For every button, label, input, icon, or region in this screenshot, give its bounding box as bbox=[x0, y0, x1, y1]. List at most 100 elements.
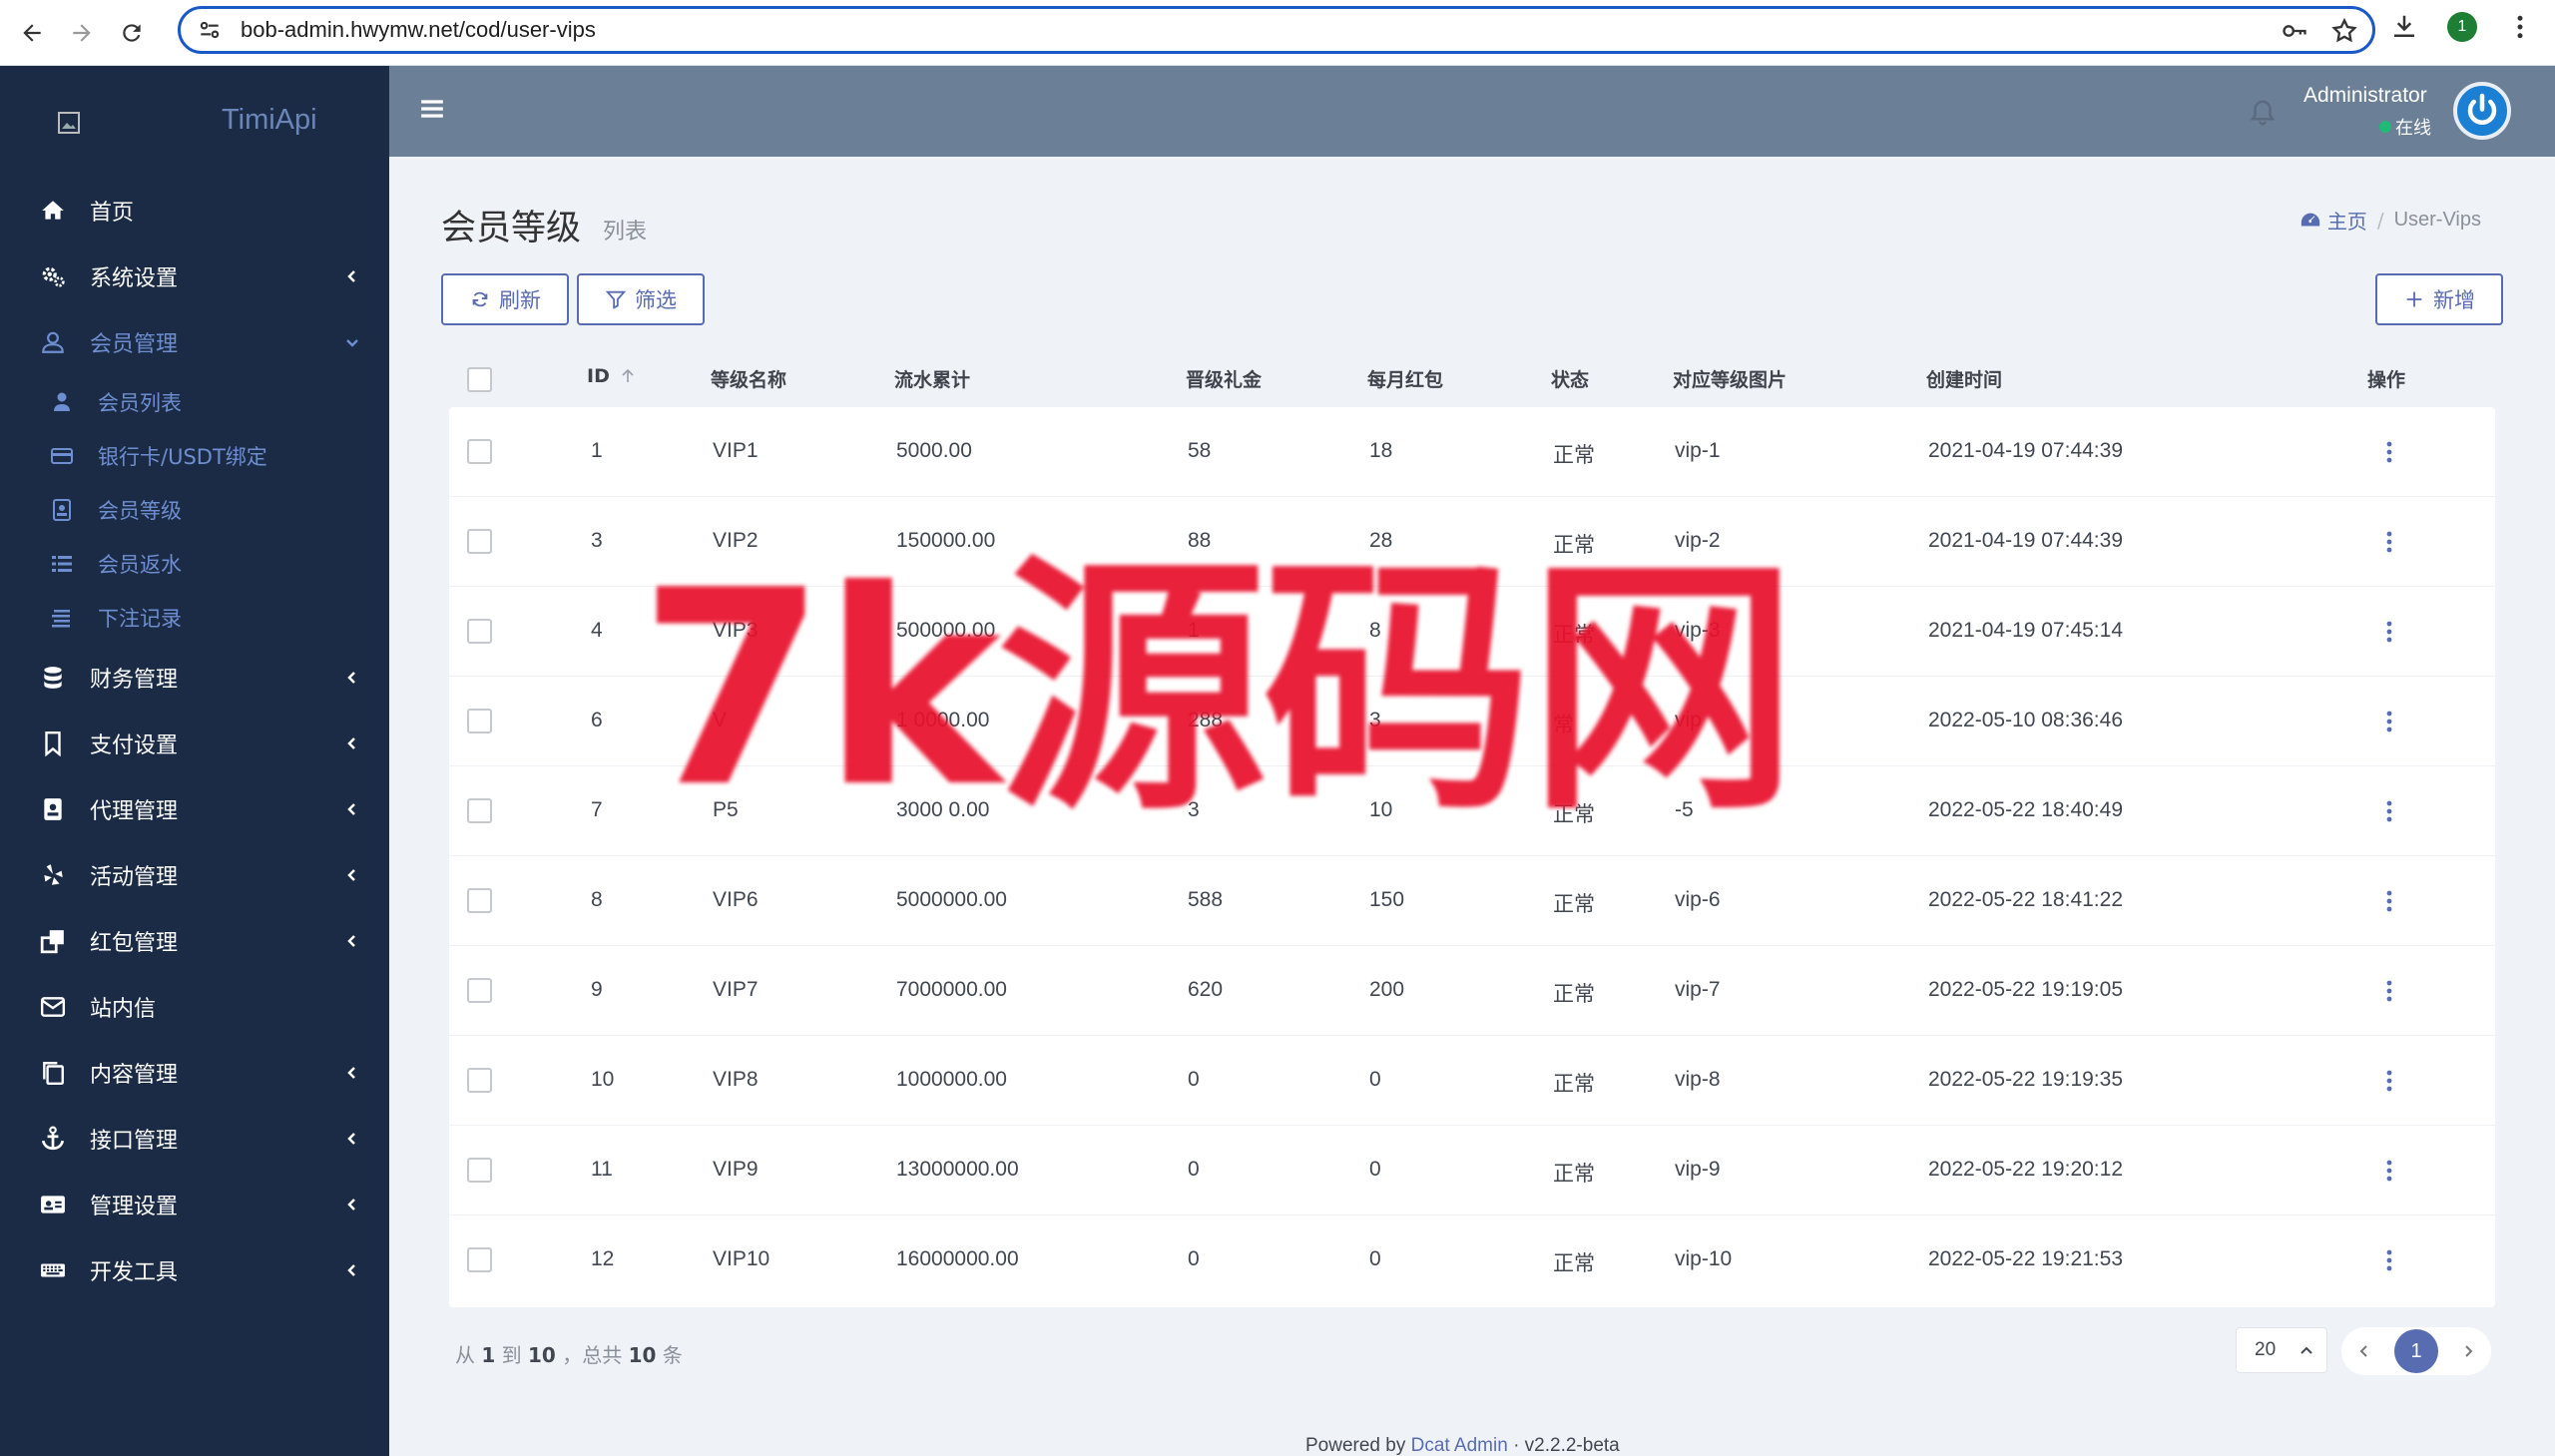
row-actions-icon[interactable] bbox=[2385, 1158, 2393, 1184]
powered-by-text: Powered by bbox=[1305, 1435, 1406, 1456]
sidebar-item-messages[interactable]: 站内信 bbox=[0, 974, 389, 1040]
brand: TimiApi bbox=[0, 66, 389, 178]
sidebar-item-finance[interactable]: 财务管理 bbox=[0, 645, 389, 711]
sidebar-item-home[interactable]: 首页 bbox=[0, 178, 389, 243]
row-checkbox[interactable] bbox=[467, 1158, 492, 1183]
cell-name: VIP1 bbox=[713, 439, 759, 462]
sidebar: TimiApi 首页 系统设置 会员管理 会员列表 银行卡/USDT绑定 会员等… bbox=[0, 66, 389, 1456]
sidebar-item-payment[interactable]: 支付设置 bbox=[0, 711, 389, 776]
cell-bonus: 0 bbox=[1188, 1158, 1200, 1181]
row-checkbox[interactable] bbox=[467, 798, 492, 823]
row-actions-icon[interactable] bbox=[2385, 798, 2393, 824]
row-actions-icon[interactable] bbox=[2385, 619, 2393, 645]
brand-name[interactable]: TimiApi bbox=[222, 104, 317, 137]
row-actions-icon[interactable] bbox=[2385, 1247, 2393, 1273]
sidebar-item-admin-settings[interactable]: 管理设置 bbox=[0, 1172, 389, 1237]
row-checkbox[interactable] bbox=[467, 978, 492, 1003]
sidebar-subitem-member-list[interactable]: 会员列表 bbox=[0, 375, 389, 429]
site-info-icon[interactable] bbox=[197, 17, 223, 43]
sidebar-subitem-rebate[interactable]: 会员返水 bbox=[0, 537, 389, 591]
chevron-left-icon bbox=[347, 935, 355, 947]
row-actions-icon[interactable] bbox=[2385, 1068, 2393, 1094]
sidebar-item-content[interactable]: 内容管理 bbox=[0, 1040, 389, 1106]
dcat-admin-link[interactable]: Dcat Admin bbox=[1411, 1435, 1508, 1456]
chevron-left-icon bbox=[347, 270, 355, 282]
new-button[interactable]: 新增 bbox=[2375, 273, 2503, 325]
column-header-label: ID bbox=[587, 365, 610, 387]
address-bar[interactable]: bob-admin.hwymw.net/cod/user-vips bbox=[178, 6, 2375, 54]
sidebar-item-red-packets[interactable]: 红包管理 bbox=[0, 908, 389, 974]
row-checkbox[interactable] bbox=[467, 439, 492, 464]
cell-bonus: 0 bbox=[1188, 1068, 1200, 1091]
row-checkbox[interactable] bbox=[467, 1247, 492, 1272]
page-button-current[interactable]: 1 bbox=[2394, 1329, 2438, 1373]
sidebar-item-agents[interactable]: 代理管理 bbox=[0, 776, 389, 842]
broken-image-icon bbox=[58, 112, 80, 134]
row-checkbox[interactable] bbox=[467, 709, 492, 733]
cell-name: VIP6 bbox=[713, 888, 759, 911]
sidebar-item-members[interactable]: 会员管理 bbox=[0, 309, 389, 375]
sort-arrow-up-icon[interactable] bbox=[620, 368, 636, 384]
avatar[interactable] bbox=[2453, 82, 2511, 140]
sidebar-subitem-bet-records[interactable]: 下注记录 bbox=[0, 591, 389, 645]
cell-id: 10 bbox=[591, 1068, 615, 1091]
password-key-icon[interactable] bbox=[2281, 17, 2308, 45]
page-size-select[interactable]: 20 bbox=[2236, 1327, 2327, 1373]
row-actions-icon[interactable] bbox=[2385, 709, 2393, 734]
column-header-monthly: 每月红包 bbox=[1367, 369, 1444, 391]
cell-bonus: 58 bbox=[1188, 439, 1212, 462]
forward-button[interactable] bbox=[64, 15, 100, 51]
cell-bonus: 620 bbox=[1188, 978, 1224, 1001]
row-actions-icon[interactable] bbox=[2385, 888, 2393, 914]
row-checkbox[interactable] bbox=[467, 1068, 492, 1093]
bell-icon[interactable] bbox=[2248, 98, 2278, 128]
user-name[interactable]: Administrator bbox=[2303, 84, 2427, 108]
cell-created: 2022-05-22 19:20:12 bbox=[1928, 1158, 2123, 1181]
row-actions-icon[interactable] bbox=[2385, 439, 2393, 465]
reload-button[interactable] bbox=[114, 15, 150, 51]
bookmark-star-icon[interactable] bbox=[2330, 17, 2358, 45]
user-status: 在线 bbox=[2379, 114, 2431, 140]
chevron-right-icon[interactable] bbox=[2459, 1342, 2477, 1360]
breadcrumb-current: User-Vips bbox=[2393, 209, 2481, 231]
sidebar-item-dev-tools[interactable]: 开发工具 bbox=[0, 1237, 389, 1303]
row-checkbox[interactable] bbox=[467, 888, 492, 913]
chevron-left-icon bbox=[347, 737, 355, 749]
keyboard-icon bbox=[38, 1255, 68, 1285]
select-all-checkbox[interactable] bbox=[467, 367, 492, 392]
cell-id: 8 bbox=[591, 888, 603, 911]
sidebar-item-api[interactable]: 接口管理 bbox=[0, 1106, 389, 1172]
row-checkbox[interactable] bbox=[467, 529, 492, 554]
cell-name: VIP7 bbox=[713, 978, 759, 1001]
table-row: 10 VIP8 1000000.00 0 0 正常 vip-8 2022-05-22 19:1… bbox=[449, 1036, 2495, 1126]
top-navbar: Administrator 在线 bbox=[389, 66, 2555, 157]
download-icon[interactable] bbox=[2389, 12, 2419, 42]
column-header-id[interactable]: ID bbox=[587, 365, 636, 387]
sidebar-item-activities[interactable]: 活动管理 bbox=[0, 842, 389, 908]
list-icon bbox=[52, 556, 72, 572]
refresh-button[interactable]: 刷新 bbox=[441, 273, 569, 325]
cell-created: 2021-04-19 07:44:39 bbox=[1928, 439, 2123, 462]
sidebar-item-system-settings[interactable]: 系统设置 bbox=[0, 243, 389, 309]
breadcrumb-home[interactable]: 主页 bbox=[2300, 206, 2367, 235]
row-actions-icon[interactable] bbox=[2385, 978, 2393, 1004]
sidebar-subitem-member-levels[interactable]: 会员等级 bbox=[0, 483, 389, 537]
back-button[interactable] bbox=[14, 15, 50, 51]
hamburger-menu-icon[interactable] bbox=[419, 96, 445, 122]
id-badge-icon bbox=[38, 794, 68, 824]
profile-avatar[interactable]: 1 bbox=[2447, 12, 2477, 42]
row-checkbox[interactable] bbox=[467, 619, 492, 644]
sidebar-subitem-bank-cards[interactable]: 银行卡/USDT绑定 bbox=[0, 429, 389, 483]
sidebar-item-label: 财务管理 bbox=[90, 668, 179, 693]
table-header: ID 等级名称 流水累计 晋级礼金 每月红包 状态 对应等级图片 创建时间 操作 bbox=[441, 351, 2503, 407]
cell-name: VIP10 bbox=[713, 1247, 770, 1270]
sidebar-item-label: 内容管理 bbox=[90, 1063, 179, 1088]
more-vertical-icon[interactable] bbox=[2505, 12, 2535, 42]
chevron-left-icon bbox=[347, 1264, 355, 1276]
row-actions-icon[interactable] bbox=[2385, 529, 2393, 555]
column-header-name: 等级名称 bbox=[711, 369, 787, 391]
sidebar-item-label: 支付设置 bbox=[90, 733, 179, 758]
cell-created: 2021-04-19 07:44:39 bbox=[1928, 529, 2123, 552]
filter-button[interactable]: 筛选 bbox=[577, 273, 705, 325]
chevron-left-icon[interactable] bbox=[2355, 1342, 2373, 1360]
